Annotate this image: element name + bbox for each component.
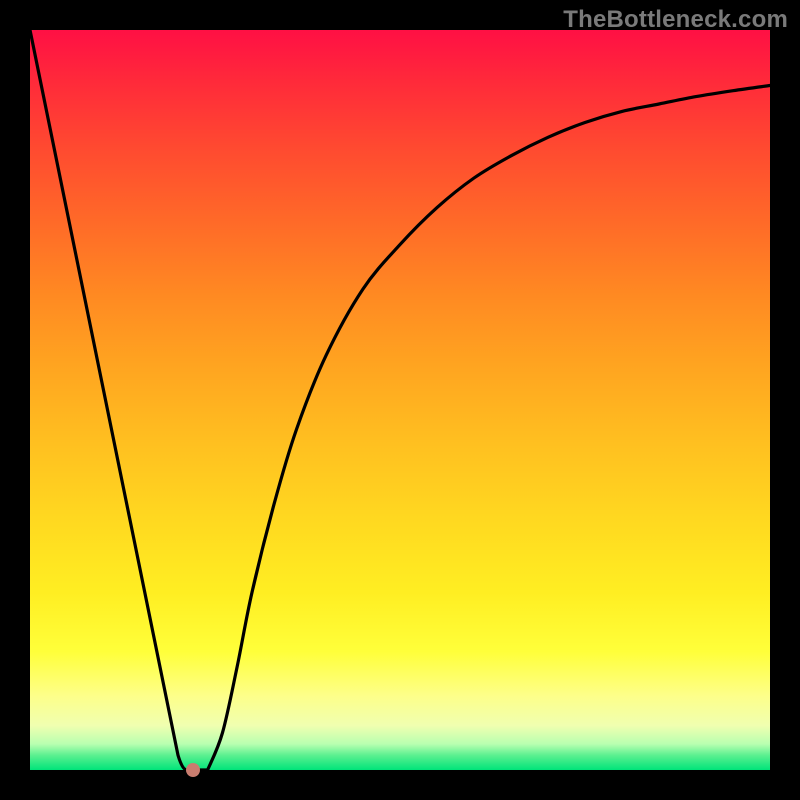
optimal-point-marker xyxy=(186,763,200,777)
chart-frame: TheBottleneck.com xyxy=(0,0,800,800)
bottleneck-curve xyxy=(30,30,770,770)
curve-svg xyxy=(30,30,770,770)
plot-area xyxy=(30,30,770,770)
